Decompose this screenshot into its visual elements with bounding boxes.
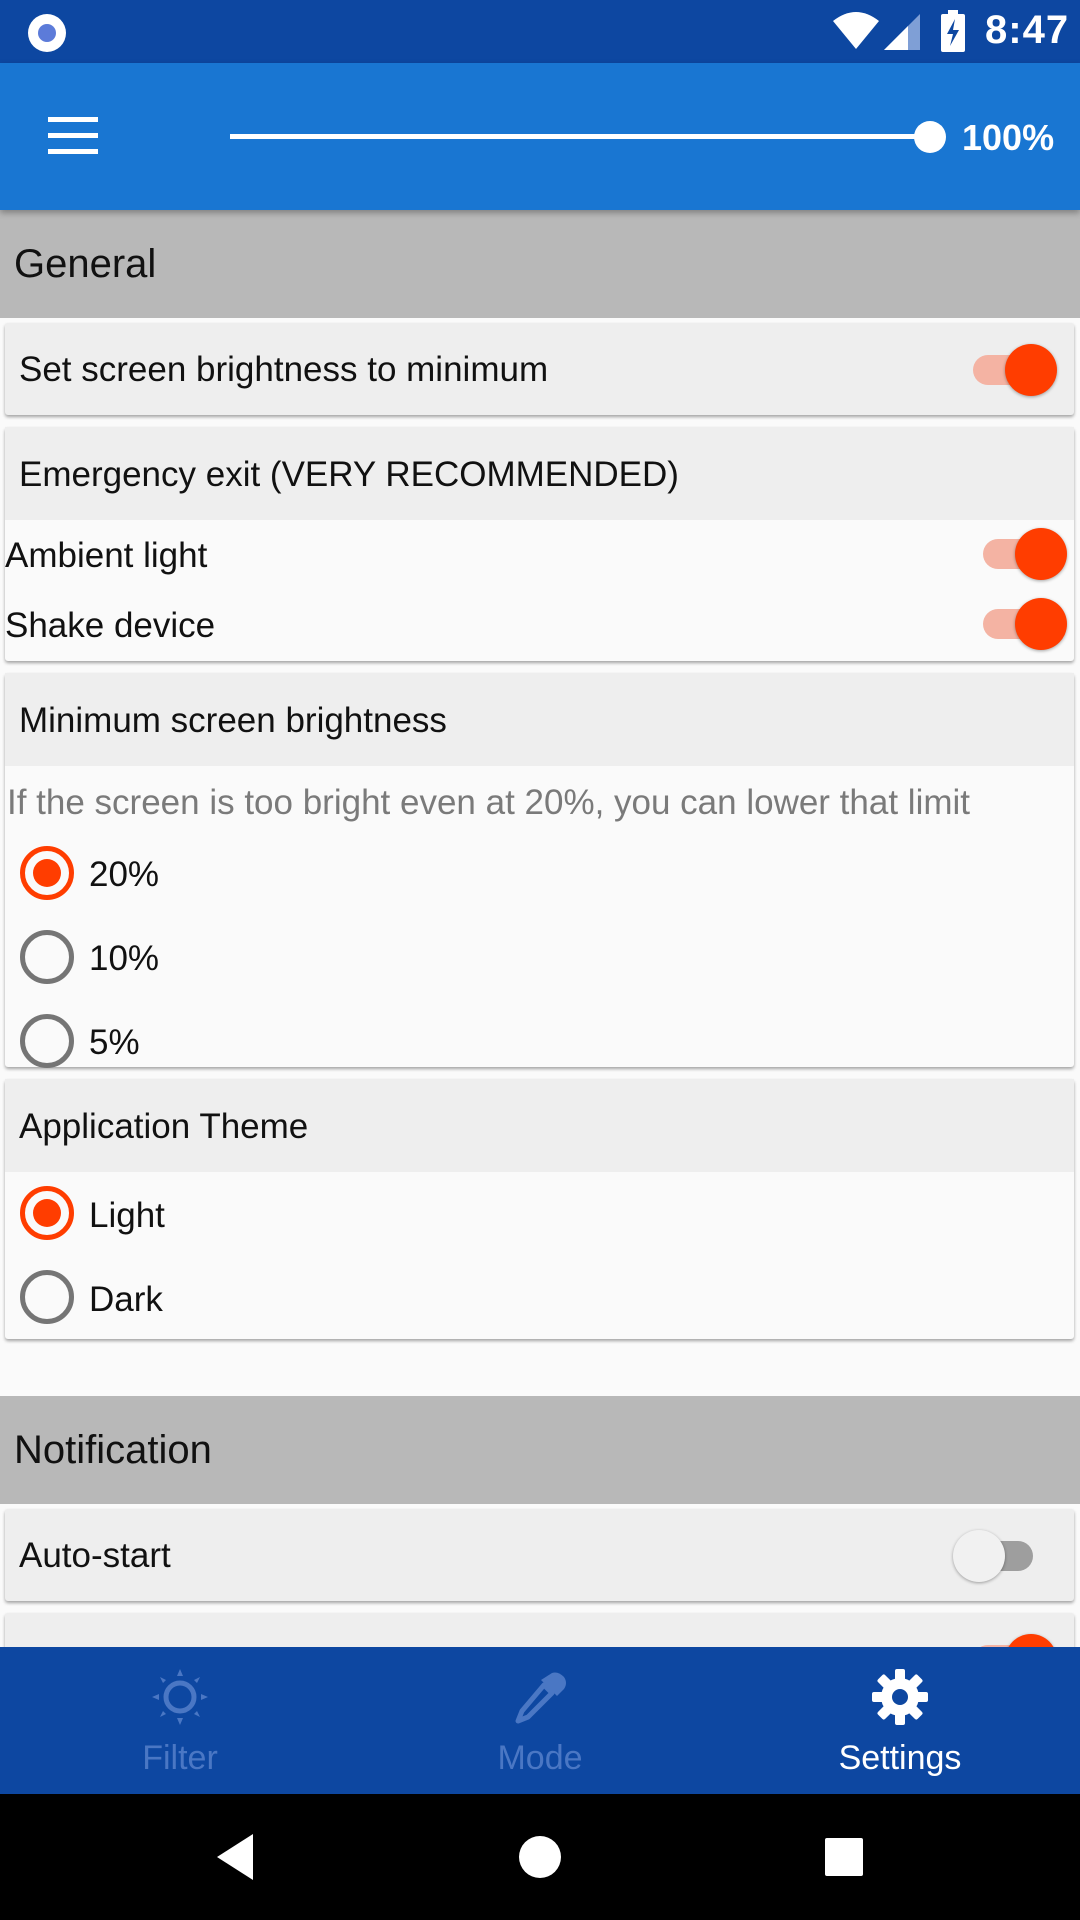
gear-icon	[872, 1669, 928, 1725]
cell-signal-icon	[884, 14, 920, 50]
app-notification-icon	[28, 14, 66, 52]
min-brightness-switch[interactable]	[973, 341, 1057, 397]
radio-button[interactable]	[20, 930, 74, 984]
emergency-exit-card: Emergency exit (VERY RECOMMENDED) Ambien…	[5, 427, 1074, 661]
home-icon[interactable]	[470, 1794, 610, 1920]
battery-charging-icon	[941, 10, 965, 52]
minimum-brightness-hint: If the screen is too bright even at 20%,…	[7, 783, 970, 822]
theme-card: Application Theme Light Dark	[5, 1079, 1074, 1339]
shake-device-switch[interactable]	[983, 595, 1067, 651]
brightness-option-label: 10%	[89, 939, 160, 978]
theme-option-label: Dark	[89, 1280, 163, 1319]
auto-start-card[interactable]: Auto-start	[5, 1509, 1074, 1601]
nav-label-filter: Filter	[142, 1739, 218, 1777]
ambient-light-label: Ambient light	[5, 536, 208, 575]
radio-button[interactable]	[20, 1270, 74, 1324]
section-title: Notification	[14, 1428, 212, 1472]
slider-track	[230, 134, 930, 139]
auto-start-switch[interactable]	[953, 1527, 1035, 1583]
brightness-slider[interactable]	[230, 121, 946, 153]
system-navigation-bar	[0, 1794, 1080, 1920]
section-header-general: General	[0, 210, 1080, 318]
radio-button[interactable]	[20, 846, 74, 900]
brightness-option-20[interactable]: 20%	[5, 831, 1074, 915]
theme-option-label: Light	[89, 1196, 165, 1235]
minimum-brightness-title-text: Minimum screen brightness	[19, 701, 447, 740]
nav-label-settings: Settings	[838, 1739, 962, 1777]
minimum-brightness-card: Minimum screen brightness If the screen …	[5, 673, 1074, 1068]
bottom-navigation: Filter Mode Settings	[0, 1647, 1080, 1794]
theme-title: Application Theme	[5, 1079, 1074, 1172]
ambient-light-switch[interactable]	[983, 525, 1067, 581]
auto-start-label: Auto-start	[19, 1536, 171, 1575]
min-brightness-card[interactable]: Set screen brightness to minimum	[5, 323, 1074, 415]
emergency-exit-title: Emergency exit (VERY RECOMMENDED)	[5, 427, 1074, 520]
status-bar: 8:47	[0, 0, 1080, 63]
wifi-icon	[833, 12, 879, 49]
brightness-option-label: 5%	[89, 1023, 140, 1062]
ambient-light-row[interactable]: Ambient light	[5, 520, 1074, 590]
status-time: 8:47	[985, 8, 1070, 52]
brightness-option-label: 20%	[89, 855, 160, 894]
brightness-option-10[interactable]: 10%	[5, 915, 1074, 999]
nav-label-mode: Mode	[497, 1739, 583, 1777]
section-header-notification: Notification	[0, 1396, 1080, 1504]
nav-item-mode[interactable]: Mode	[360, 1647, 720, 1794]
shake-device-label: Shake device	[5, 606, 216, 645]
app-bar: 100%	[0, 63, 1080, 210]
eyedropper-icon	[515, 1672, 566, 1724]
next-setting-switch[interactable]	[973, 1631, 1057, 1647]
brightness-value: 100%	[962, 117, 1055, 158]
minimum-brightness-title: Minimum screen brightness	[5, 673, 1074, 766]
brightness-option-5[interactable]: 5%	[5, 999, 1074, 1068]
theme-option-light[interactable]: Light	[5, 1172, 1074, 1256]
settings-content[interactable]: General Set screen brightness to minimum…	[0, 210, 1080, 1647]
radio-button[interactable]	[20, 1014, 74, 1068]
next-setting-card[interactable]	[5, 1613, 1074, 1647]
nav-item-filter[interactable]: Filter	[0, 1647, 360, 1794]
shake-device-row[interactable]: Shake device	[5, 590, 1074, 660]
emergency-exit-title-text: Emergency exit (VERY RECOMMENDED)	[19, 455, 679, 494]
slider-thumb[interactable]	[914, 121, 946, 153]
section-title: General	[14, 242, 157, 286]
theme-option-dark[interactable]: Dark	[5, 1256, 1074, 1339]
radio-button[interactable]	[20, 1186, 74, 1240]
nav-item-settings[interactable]: Settings	[720, 1647, 1080, 1794]
back-icon[interactable]	[165, 1794, 305, 1920]
hamburger-menu-icon[interactable]	[48, 117, 98, 155]
min-brightness-label: Set screen brightness to minimum	[19, 350, 549, 389]
recents-icon[interactable]	[775, 1794, 915, 1920]
theme-title-text: Application Theme	[19, 1107, 309, 1146]
brightness-filter-icon	[152, 1669, 208, 1725]
